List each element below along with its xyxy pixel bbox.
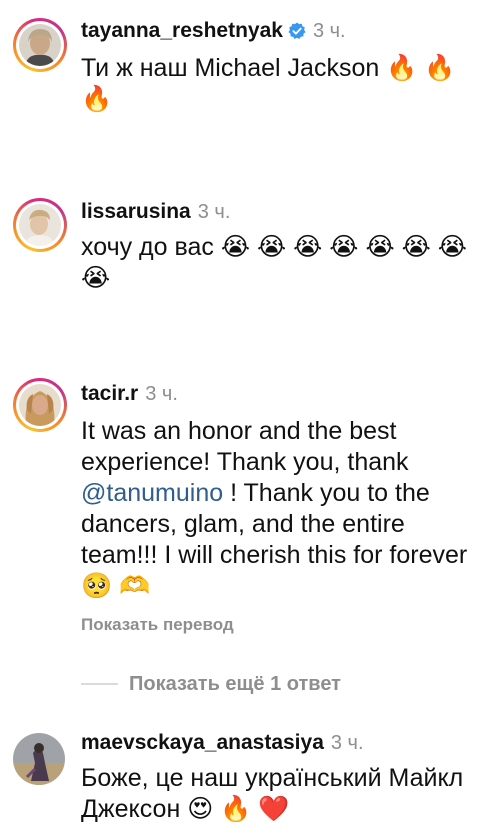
comment-meta: lissarusina 3 ч. (81, 199, 230, 225)
comment-meta: tayanna_reshetnyak 3 ч. (81, 18, 346, 44)
comment-text: хочу до вас 😭 😭 😭 😭 😭 😭 😭 😭 (81, 233, 467, 292)
username[interactable]: tacir.r (81, 382, 138, 406)
show-translation-link[interactable]: Показать перевод (81, 615, 234, 635)
replies-divider (81, 683, 118, 685)
comment-text: It was an honor and the best experience!… (81, 417, 468, 600)
comment-text: Боже, це наш український Майкл Джексон 😍… (81, 764, 464, 823)
username[interactable]: maevsckaya_anastasiya (81, 731, 324, 755)
avatar[interactable] (13, 733, 65, 785)
comment-text: Ти ж наш Michael Jackson 🔥 🔥 🔥 (81, 54, 456, 113)
comment-meta: maevsckaya_anastasiya 3 ч. (81, 730, 364, 756)
avatar[interactable] (13, 198, 67, 252)
username[interactable]: tayanna_reshetnyak (81, 19, 283, 43)
username[interactable]: lissarusina (81, 200, 191, 224)
comment-time: 3 ч. (330, 731, 364, 754)
verified-badge-icon (288, 22, 306, 40)
avatar[interactable] (13, 18, 67, 72)
show-more-replies-label: Показать ещё 1 ответ (129, 672, 341, 695)
avatar[interactable] (13, 378, 67, 432)
show-more-replies-button[interactable]: Показать ещё 1 ответ (81, 670, 341, 698)
comment-meta: tacir.r 3 ч. (81, 381, 178, 407)
comment-time: 3 ч. (197, 200, 231, 223)
comment-time: 3 ч. (145, 382, 178, 405)
mention-link[interactable]: @tanumuino (81, 479, 223, 507)
comment-time: 3 ч. (312, 19, 346, 42)
